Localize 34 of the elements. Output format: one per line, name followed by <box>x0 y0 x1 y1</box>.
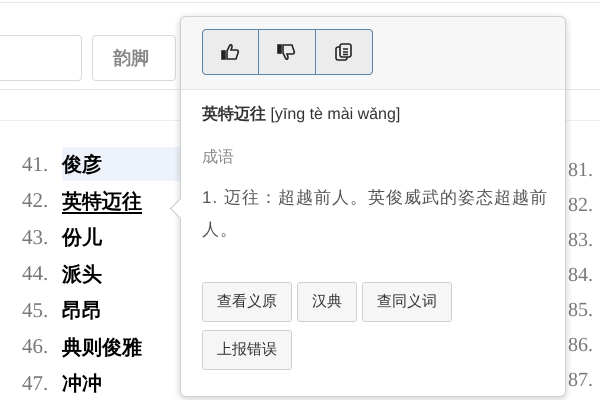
list-number: 43. <box>22 224 50 250</box>
search-field[interactable] <box>0 35 82 81</box>
list-number: 85. <box>568 298 593 323</box>
rhyme-button[interactable]: 韵脚 <box>92 35 176 81</box>
list-number: 84. <box>568 263 593 288</box>
thumbs-up-icon <box>220 42 241 62</box>
action-button[interactable]: 汉典 <box>297 282 357 322</box>
list-number: 86. <box>568 333 593 358</box>
list-number: 44. <box>22 260 50 287</box>
list-number: 42. <box>22 187 50 214</box>
list-number: 47. <box>22 370 50 396</box>
list-number: 81. <box>568 158 593 183</box>
entry-word: 英特迈往 <box>202 106 266 123</box>
entry-definition: 1. 迈往：超越前人。英俊威武的姿态超越前人。 <box>202 187 549 241</box>
list-number: 41. <box>22 150 50 178</box>
list-word[interactable]: 英特迈往 <box>62 184 144 218</box>
action-button[interactable]: 查看义原 <box>202 282 292 322</box>
list-number: 82. <box>568 193 593 218</box>
list-word[interactable]: 份儿 <box>62 220 104 254</box>
list-word[interactable]: 典则俊雅 <box>62 330 144 364</box>
list-number: 46. <box>22 333 50 360</box>
thumbs-down-icon <box>277 42 298 62</box>
entry-pinyin: [yīng tè mài wǎng] <box>270 106 400 123</box>
action-button[interactable]: 查同义词 <box>362 282 452 322</box>
list-word[interactable]: 冲冲 <box>62 366 104 400</box>
list-word[interactable]: 俊彦 <box>62 147 180 182</box>
copy-icon <box>334 42 354 62</box>
list-word[interactable]: 昂昂 <box>62 293 104 328</box>
list-number: 83. <box>568 228 593 253</box>
list-word[interactable]: 派头 <box>62 256 104 291</box>
list-number: 45. <box>22 296 50 324</box>
entry-category: 成语 <box>202 148 235 168</box>
list-number: 87. <box>568 368 593 393</box>
action-button[interactable]: 上报错误 <box>202 330 292 370</box>
